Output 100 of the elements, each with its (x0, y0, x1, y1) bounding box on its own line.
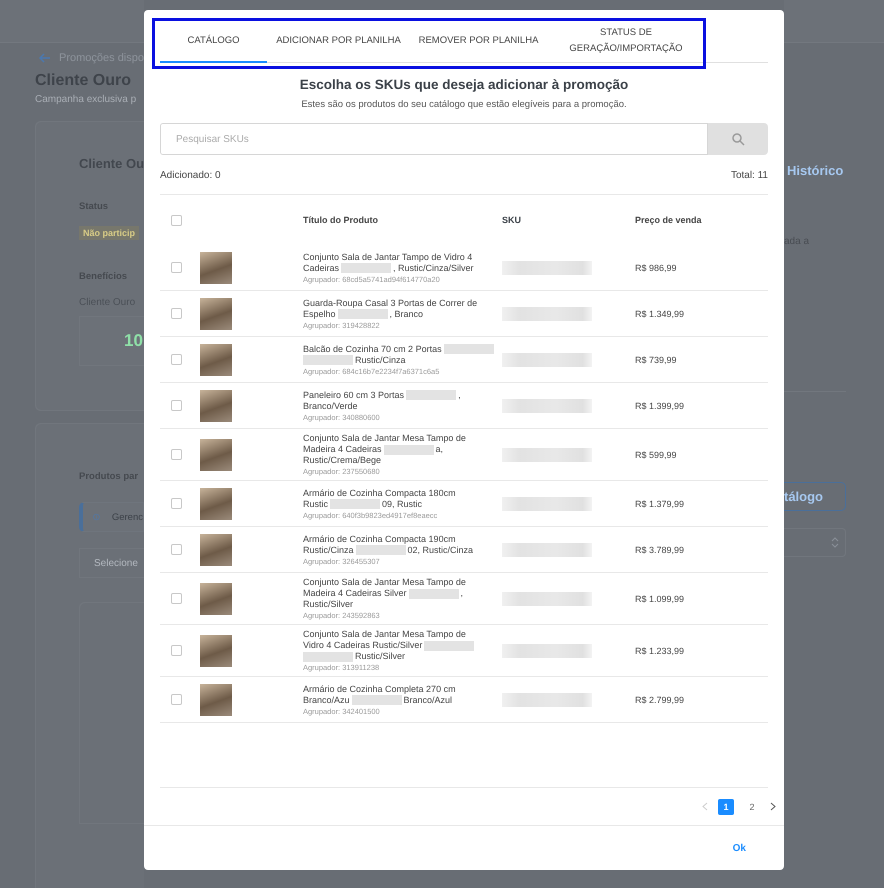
row-checkbox[interactable] (171, 262, 182, 273)
product-title: Armário de Cozinha Compacta 180cm (303, 488, 456, 498)
product-title: Vidro 4 Cadeiras Rustic/Silver (303, 640, 422, 651)
redacted-text (303, 652, 353, 662)
product-title: Balcão de Cozinha 70 cm 2 Portas (303, 344, 442, 354)
price-cell-text: R$ 1.379,99 (635, 498, 686, 508)
photo-placeholder (200, 488, 232, 520)
price-cell-text: R$ 1.099,99 (635, 594, 686, 604)
row-checkbox[interactable] (171, 308, 182, 319)
product-title: Guarda-Roupa Casal 3 Portas de Correr de (303, 298, 478, 308)
price-cell-text: R$ 599,99 (635, 450, 678, 460)
row-checkbox[interactable] (171, 593, 182, 604)
redacted-text (444, 344, 494, 354)
row-checkbox[interactable] (171, 694, 182, 705)
redacted-text (338, 309, 388, 319)
row-checkbox[interactable] (171, 354, 182, 365)
search-button[interactable] (708, 123, 768, 155)
product-title: , (458, 390, 461, 400)
product-title: 02, Rustic/Cinza (408, 544, 474, 556)
row-checkbox[interactable] (171, 498, 182, 509)
select-all-checkbox[interactable] (171, 214, 182, 226)
product-title: Rustic/Silver (355, 651, 406, 662)
added-count: Adicionado: 0 (160, 170, 221, 181)
catalog-button[interactable]: tálogo (784, 482, 846, 511)
price-cell-text: R$ 739,99 (635, 354, 678, 364)
redacted-text (408, 588, 459, 598)
price-cell-text: R$ 2.799,99 (635, 694, 686, 704)
product-title: Branco/Azul (404, 694, 452, 706)
search-icon (732, 132, 744, 146)
product-title: , Rustic/Cinza/Silver (393, 262, 474, 274)
price-cell-text: R$ 1.349,99 (635, 308, 686, 318)
product-title: Branco/Azu (303, 694, 350, 706)
total-count: Total: 11 (730, 170, 768, 181)
modal-title: Escolha os SKUs que deseja adicionar à promoção (298, 77, 630, 92)
page-button[interactable]: 1 (718, 798, 734, 814)
tab[interactable]: CATÁLOGO (160, 10, 267, 63)
column-header: Preço de venda (635, 215, 703, 225)
price-cell-text: R$ 1.399,99 (635, 400, 686, 410)
back-arrow-icon[interactable] (39, 53, 51, 63)
product-title: Conjunto Sala de Jantar Mesa Tampo de (303, 577, 466, 588)
photo-placeholder (200, 344, 232, 376)
product-title: Rustic/Cinza (355, 354, 406, 366)
tab[interactable]: REMOVER POR PLANILHA (410, 10, 547, 63)
search-field[interactable]: Pesquisar SKUs (160, 123, 708, 155)
modal-subtitle: Estes são os produtos do seu catálogo que estão elegíveis para a promoção. (300, 99, 628, 110)
chevron-left-icon[interactable] (702, 802, 708, 811)
page-subtitle: Campanha exclusiva p (35, 94, 138, 105)
price-cell-text: R$ 3.789,99 (635, 544, 686, 554)
product-title: Rustic (303, 498, 328, 510)
product-title: 09, Rustic (382, 498, 422, 510)
redacted-text (352, 695, 402, 705)
ok-button[interactable]: Ok (710, 838, 768, 858)
photo-placeholder (200, 298, 232, 330)
photo-placeholder (200, 252, 232, 284)
row-checkbox[interactable] (171, 645, 182, 656)
product-title: Madeira 4 Cadeiras Silver (303, 588, 407, 599)
photo-placeholder (200, 684, 232, 716)
product-title: Rustic/Crema/Bege (303, 455, 382, 466)
photo-placeholder (200, 438, 232, 470)
product-title: Armário de Cozinha Completa 270 cm (303, 684, 456, 694)
product-title: Conjunto Sala de Jantar Tampo de Vidro 4 (303, 252, 472, 262)
photo-placeholder (200, 634, 232, 666)
product-title: Paneleiro 60 cm 3 Portas (303, 390, 404, 400)
product-title: Conjunto Sala de Jantar Mesa Tampo de (303, 433, 466, 444)
product-title: Madeira 4 Cadeiras (303, 444, 382, 455)
column-header: SKU (502, 215, 522, 225)
chevron-right-icon[interactable] (770, 802, 776, 811)
product-title: , (460, 588, 464, 599)
product-title: Rustic/Silver (303, 599, 354, 610)
benefit-value: 10 (124, 331, 143, 351)
page-button[interactable]: 2 (744, 798, 760, 814)
redacted-text (406, 390, 456, 400)
redacted-text (341, 263, 392, 273)
history-link[interactable]: Histórico (787, 163, 884, 178)
product-title: , Branco (390, 308, 424, 320)
photo-placeholder (200, 534, 232, 566)
select-field[interactable] (784, 528, 846, 557)
row-checkbox[interactable] (171, 544, 182, 555)
product-title: Branco/Verde (303, 400, 358, 412)
redacted-text (330, 499, 380, 509)
price-cell-text: R$ 1.233,99 (635, 646, 686, 656)
redacted-text (356, 545, 406, 555)
tab[interactable]: STATUS DE GERAÇÃO/IMPORTAÇÃO (547, 10, 705, 63)
photo-placeholder (200, 582, 232, 614)
sort-chevrons-icon (831, 536, 839, 549)
info-icon (93, 511, 100, 523)
redacted-text (303, 355, 353, 365)
product-title: Espelho (303, 308, 336, 320)
product-title: Conjunto Sala de Jantar Mesa Tampo de (303, 629, 466, 640)
photo-placeholder (200, 390, 232, 422)
redacted-text (424, 640, 474, 650)
row-checkbox[interactable] (171, 400, 182, 411)
column-header: Título do Produto (303, 214, 379, 227)
product-title: Cadeiras (303, 262, 340, 274)
row-checkbox[interactable] (171, 449, 182, 460)
redacted-text (384, 444, 434, 454)
tab[interactable]: ADICIONAR POR PLANILHA (267, 10, 410, 63)
product-title: Rustic/Cinza (303, 544, 354, 556)
product-title: Armário de Cozinha Compacta 190cm (303, 534, 456, 544)
product-title: a, (436, 444, 444, 455)
